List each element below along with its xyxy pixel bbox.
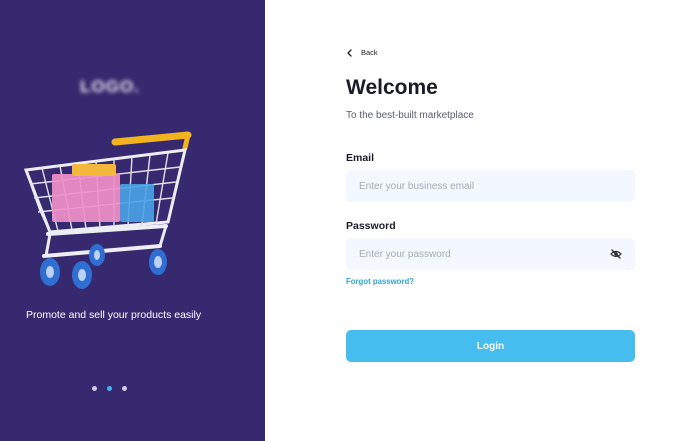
page-subtitle: To the best-built marketplace [346, 110, 474, 121]
password-field[interactable] [346, 238, 635, 270]
promo-tagline: Promote and sell your products easily [26, 309, 202, 321]
login-panel: Back Welcome To the best-built marketpla… [265, 0, 700, 441]
carousel-dot[interactable] [122, 386, 127, 391]
chevron-left-icon [347, 48, 352, 57]
page-title: Welcome [346, 76, 438, 99]
password-label: Password [346, 220, 396, 232]
carousel-indicator [92, 386, 127, 391]
email-label: Email [346, 152, 375, 164]
email-field[interactable] [346, 170, 635, 202]
forgot-password-link[interactable]: Forgot password? [346, 277, 414, 286]
back-link[interactable]: Back [346, 48, 378, 57]
eye-off-icon[interactable] [610, 248, 622, 260]
login-button[interactable]: Login [346, 330, 635, 362]
promo-panel: LOGO. Promote and sell your products eas… [0, 0, 265, 441]
logo: LOGO. [80, 77, 140, 96]
carousel-dot-active[interactable] [107, 386, 112, 391]
back-label: Back [361, 48, 378, 57]
carousel-dot[interactable] [92, 386, 97, 391]
shopping-cart-illustration [23, 131, 192, 289]
